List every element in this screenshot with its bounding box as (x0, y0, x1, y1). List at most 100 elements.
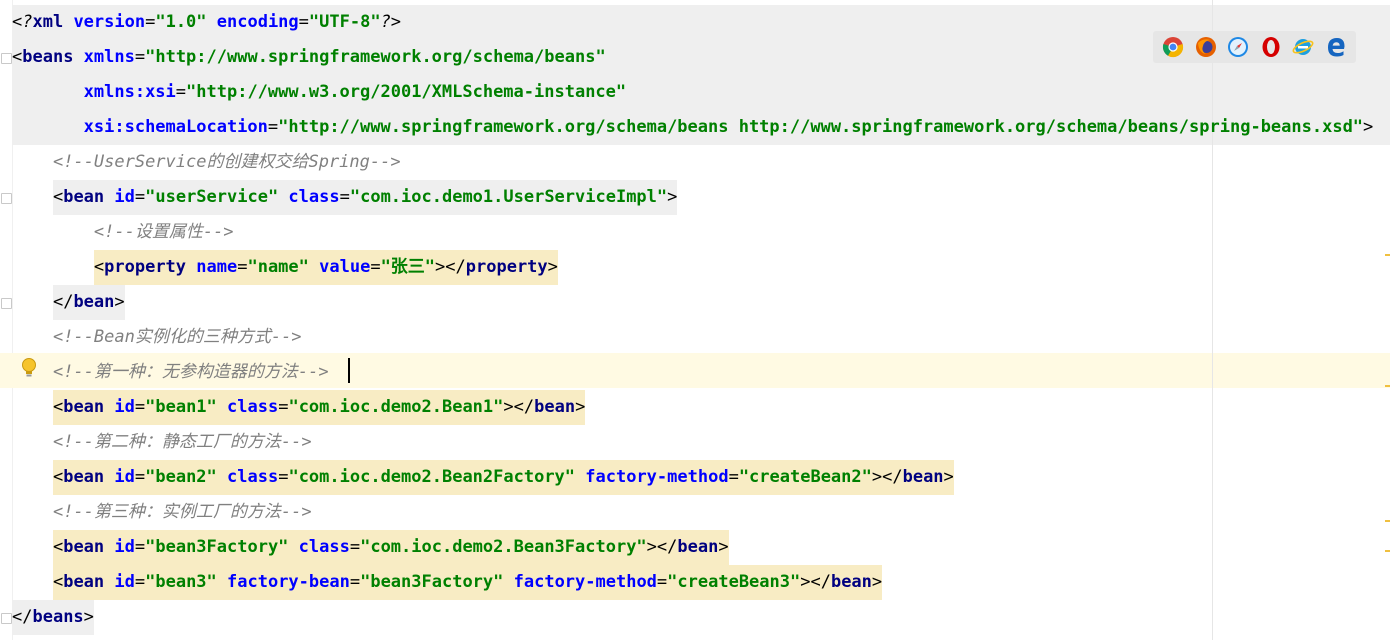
chrome-icon[interactable] (1162, 36, 1184, 58)
code-token: = (267, 117, 279, 137)
code-line[interactable]: <!--设置属性--> (12, 215, 234, 250)
code-line[interactable]: <beans xmlns="http://www.springframework… (12, 40, 606, 75)
code-line[interactable]: <property name="name" value="张三"></prope… (12, 250, 558, 285)
code-token: "bean1" (145, 397, 228, 417)
code-token: id (114, 397, 135, 417)
code-token: "userService" (145, 187, 289, 207)
code-token: bean (63, 187, 115, 207)
code-token: ></ (871, 467, 903, 487)
code-line[interactable]: <!--第二种：静态工厂的方法--> (12, 425, 312, 460)
safari-icon[interactable] (1227, 36, 1249, 58)
code-token: = (349, 572, 361, 592)
code-token: "createBean2" (738, 467, 872, 487)
fold-toggle[interactable] (1, 613, 12, 624)
code-token: = (278, 467, 289, 487)
code-line[interactable]: <bean id="userService" class="com.ioc.de… (12, 180, 678, 215)
code-token: xmlns:xsi (83, 82, 176, 102)
code-token: "com.ioc.demo1.UserServiceImpl" (349, 187, 668, 207)
code-token: xmlns (83, 47, 135, 67)
code-token: id (114, 467, 135, 487)
code-token: <!--第二种：静态工厂的方法--> (52, 432, 312, 452)
code-token: "com.ioc.demo2.Bean3Factory" (360, 537, 647, 557)
code-line[interactable]: <bean id="bean2" class="com.ioc.demo2.Be… (12, 460, 954, 495)
internet-explorer-icon[interactable] (1292, 36, 1314, 58)
code-token: > (547, 257, 558, 277)
code-token: <!--第三种：实例工厂的方法--> (52, 502, 312, 522)
code-token: id (114, 572, 135, 592)
code-segment: xsi:schemaLocation="http://www.springfra… (84, 110, 1374, 145)
code-editor[interactable]: <?xml version="1.0" encoding="UTF-8"?> <b… (0, 0, 1390, 640)
firefox-icon[interactable] (1195, 36, 1217, 58)
code-token: = (134, 572, 146, 592)
code-token: </ (12, 607, 33, 627)
edge-icon[interactable] (1325, 36, 1347, 58)
code-token: <? (12, 12, 33, 32)
code-line[interactable]: <!--UserService的创建权交给Spring--> (12, 145, 401, 180)
code-line[interactable]: </bean> (12, 285, 125, 320)
code-token: < (52, 572, 64, 592)
code-token: > (114, 292, 125, 312)
code-token: = (134, 187, 146, 207)
code-segment: <?xml version="1.0" encoding="UTF-8"?> (12, 5, 401, 40)
code-line[interactable]: <!--第三种：实例工厂的方法--> (12, 495, 312, 530)
code-segment: <!--UserService的创建权交给Spring--> (53, 145, 401, 180)
code-token: class (227, 397, 279, 417)
code-token: = (339, 187, 350, 207)
code-token: bean (830, 572, 872, 592)
error-stripe-marker[interactable] (1385, 550, 1390, 552)
code-token: factory-method (585, 467, 729, 487)
code-token: bean (73, 292, 115, 312)
code-line[interactable]: <!--第一种：无参构造器的方法--> (12, 355, 329, 390)
code-token: < (52, 397, 64, 417)
code-token: "bean3Factory" (360, 572, 514, 592)
code-token: > (575, 397, 586, 417)
code-segment: <bean id="bean2" class="com.ioc.demo2.Be… (52, 460, 954, 495)
code-token: "张三" (380, 257, 436, 277)
code-token: = (349, 537, 361, 557)
code-line[interactable]: <?xml version="1.0" encoding="UTF-8"?> (12, 5, 401, 40)
code-token: = (134, 397, 146, 417)
code-token: < (12, 47, 23, 67)
code-line[interactable]: <bean id="bean1" class="com.ioc.demo2.Be… (12, 390, 586, 425)
code-token: = (370, 257, 381, 277)
code-segment: <bean id="bean3Factory" class="com.ioc.d… (52, 530, 729, 565)
error-stripe-marker[interactable] (1385, 520, 1390, 522)
code-token: = (134, 467, 146, 487)
fold-toggle[interactable] (1, 298, 12, 309)
code-token: > (943, 467, 954, 487)
code-line[interactable]: <bean id="bean3" factory-bean="bean3Fact… (12, 565, 883, 600)
code-token: id (114, 537, 135, 557)
code-line[interactable]: <bean id="bean3Factory" class="com.ioc.d… (12, 530, 729, 565)
code-token: factory-method (513, 572, 657, 592)
code-token: = (656, 572, 668, 592)
fold-toggle[interactable] (1, 193, 12, 204)
code-line[interactable]: <!--Bean实例化的三种方式--> (12, 320, 302, 355)
code-token: xsi:schemaLocation (83, 117, 268, 137)
opera-icon[interactable] (1260, 36, 1282, 58)
code-token: ></ (646, 537, 678, 557)
code-segment: <!--Bean实例化的三种方式--> (53, 320, 302, 355)
code-segment: <!--第三种：实例工厂的方法--> (53, 495, 312, 530)
code-token: = (175, 82, 187, 102)
code-token: "UTF-8" (308, 12, 381, 32)
error-stripe-marker[interactable] (1385, 254, 1390, 256)
code-token: "http://www.springframework.org/schema/b… (145, 47, 606, 67)
code-line[interactable]: </beans> (12, 600, 94, 635)
code-token: value (319, 257, 371, 277)
code-line[interactable]: xmlns:xsi="http://www.w3.org/2001/XMLSch… (12, 75, 626, 110)
lightbulb-icon[interactable] (20, 357, 38, 379)
code-line[interactable]: xsi:schemaLocation="http://www.springfra… (12, 110, 1374, 145)
error-stripe-marker[interactable] (1385, 385, 1390, 387)
code-token: encoding (216, 12, 299, 32)
code-token: = (278, 397, 289, 417)
fold-toggle[interactable] (1, 53, 12, 64)
code-token: = (298, 12, 309, 32)
